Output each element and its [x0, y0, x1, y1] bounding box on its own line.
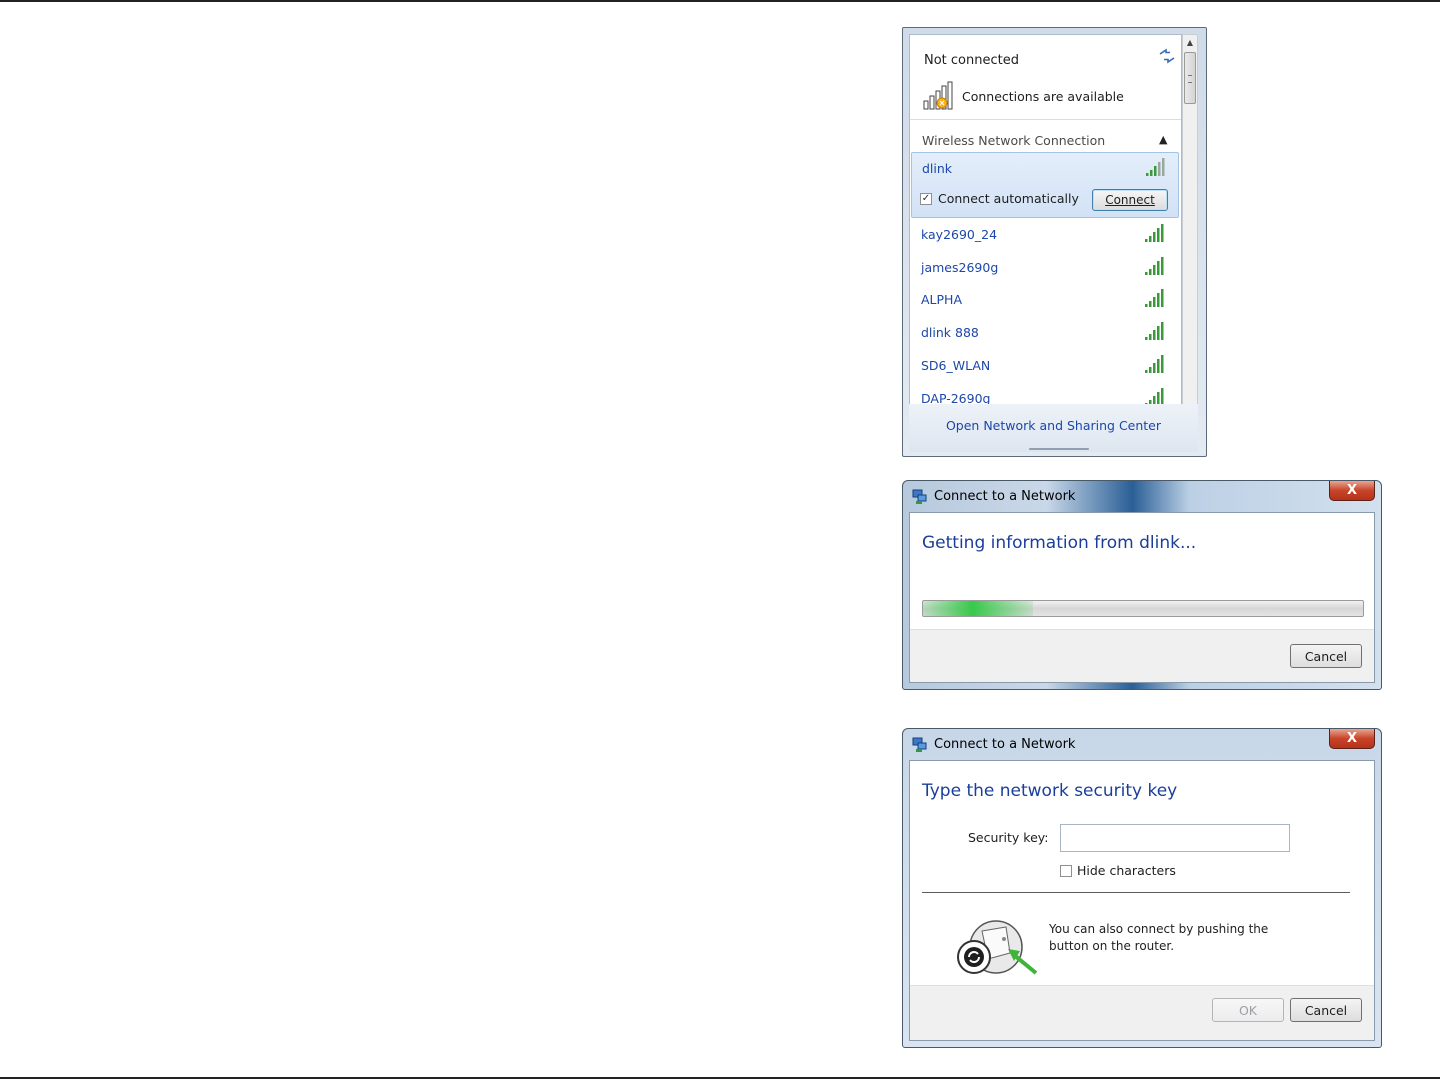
footer-grip	[1029, 448, 1089, 450]
network-list-item[interactable]: ALPHA	[911, 284, 1179, 316]
command-area: OK Cancel	[910, 985, 1374, 1040]
network-list-item[interactable]: SD6_WLAN	[911, 350, 1179, 382]
network-list-item[interactable]: james2690g	[911, 252, 1179, 284]
chevron-up-icon[interactable]: ▲	[1159, 133, 1167, 146]
connect-network-key-dialog: Connect to a Network X Type the network …	[902, 728, 1382, 1048]
progress-bar	[922, 600, 1364, 617]
command-area: Cancel	[910, 629, 1374, 682]
close-button[interactable]: X	[1329, 729, 1375, 749]
ok-button[interactable]: OK	[1212, 998, 1284, 1022]
top-rule	[0, 0, 1440, 2]
connection-status-title: Not connected	[924, 53, 1019, 68]
connect-automatically-row[interactable]: ✓ Connect automatically	[920, 191, 1079, 206]
hide-characters-row[interactable]: Hide characters	[1060, 863, 1176, 878]
cancel-button[interactable]: Cancel	[1290, 998, 1362, 1022]
wps-router-button-icon	[957, 920, 1038, 975]
network-app-icon	[912, 737, 927, 752]
scroll-up-arrow-icon[interactable]: ▲	[1183, 35, 1197, 51]
network-name: dlink 888	[921, 325, 979, 341]
refresh-icon[interactable]	[1158, 47, 1176, 65]
flyout-footer: Open Network and Sharing Center	[909, 404, 1198, 452]
bottom-rule	[0, 1077, 1440, 1079]
connect-automatically-label: Connect automatically	[938, 191, 1079, 206]
network-name: james2690g	[921, 259, 999, 275]
section-divider	[910, 119, 1181, 120]
dialog-content: Getting information from dlink... Cancel	[909, 512, 1375, 683]
dialog-heading: Getting information from dlink...	[922, 533, 1197, 553]
network-name: dlink	[922, 161, 953, 176]
network-list-panel: Not connected Connections are available …	[909, 34, 1182, 434]
network-name: kay2690_24	[921, 227, 998, 242]
selected-network-dlink[interactable]: dlink ✓ Connect automatically Connect	[911, 152, 1179, 218]
section-divider	[922, 892, 1350, 893]
window-title: Connect to a Network	[934, 737, 1076, 752]
cancel-button[interactable]: Cancel	[1290, 644, 1362, 668]
progress-bar-fill	[923, 601, 1033, 616]
connect-button[interactable]: Connect	[1092, 189, 1168, 211]
network-app-icon	[912, 489, 927, 504]
security-key-label: Security key:	[968, 830, 1049, 845]
wps-instruction-text: You can also connect by pushing the butt…	[1049, 922, 1269, 953]
connection-status-subtitle: Connections are available	[962, 89, 1124, 104]
signal-available-icon	[923, 81, 953, 110]
titlebar[interactable]: Connect to a Network X	[903, 729, 1381, 759]
open-network-sharing-center-link[interactable]: Open Network and Sharing Center	[909, 418, 1198, 433]
network-list-item[interactable]: kay2690_24	[911, 219, 1179, 251]
connect-network-progress-dialog: Connect to a Network X Getting informati…	[902, 480, 1382, 690]
dialog-heading: Type the network security key	[922, 781, 1178, 801]
dialog-content: Type the network security key Security k…	[909, 760, 1375, 1041]
titlebar[interactable]: Connect to a Network X	[903, 481, 1381, 511]
scrollbar-thumb[interactable]	[1184, 52, 1196, 104]
network-flyout: Not connected Connections are available …	[902, 27, 1207, 457]
network-name: SD6_WLAN	[921, 357, 991, 373]
network-list-scrollbar[interactable]: ▲ ▼	[1182, 34, 1198, 432]
section-title-wireless: Wireless Network Connection	[922, 133, 1106, 148]
hide-characters-checkbox[interactable]	[1060, 864, 1072, 877]
close-button[interactable]: X	[1329, 481, 1375, 501]
signal-strength-icon	[1145, 289, 1164, 308]
window-title: Connect to a Network	[934, 489, 1076, 504]
signal-strength-icon	[1145, 354, 1164, 373]
signal-strength-icon	[1145, 322, 1164, 341]
network-name: ALPHA	[921, 292, 963, 308]
connect-button-label: Connect	[1105, 193, 1155, 207]
signal-strength-icon	[1145, 224, 1164, 242]
hide-characters-label: Hide characters	[1077, 863, 1176, 878]
security-key-input[interactable]	[1060, 824, 1290, 852]
signal-strength-icon	[1146, 158, 1165, 176]
network-list-item[interactable]: dlink 888	[911, 317, 1179, 349]
connect-automatically-checkbox[interactable]: ✓	[920, 192, 932, 205]
signal-strength-icon	[1145, 256, 1164, 275]
